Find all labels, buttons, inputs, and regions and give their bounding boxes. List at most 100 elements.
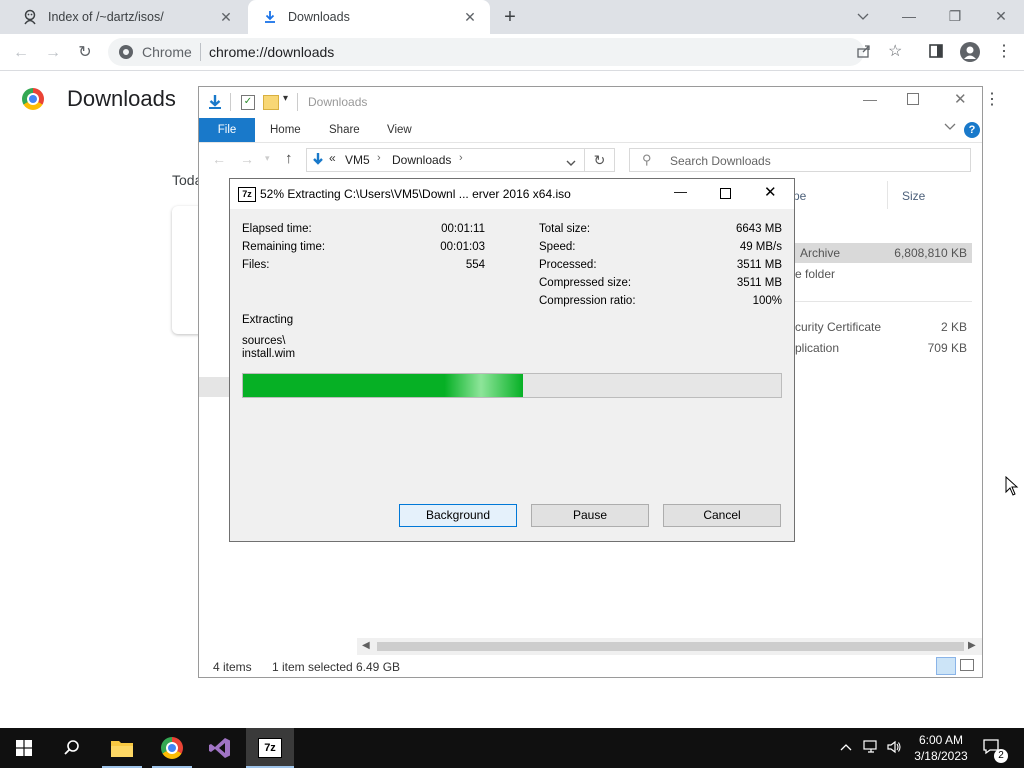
ribbon-tabs: File Home Share View ? [199,118,982,143]
speed-value: 49 MB/s [739,241,782,253]
ribbon-tab-file[interactable]: File [199,118,255,142]
up-folder-icon[interactable]: ↑ [285,150,293,167]
tab-downloads[interactable]: Downloads ✕ [248,0,490,34]
bookmark-star-icon[interactable]: ☆ [888,41,902,61]
recent-locations-icon[interactable]: ▾ [265,153,270,164]
windows-logo-icon [16,740,32,756]
tab-search-icon[interactable] [852,6,874,26]
current-path-line1: sources\ [242,335,286,347]
chrome-logo-icon [22,88,44,110]
table-row[interactable]: e folder [795,264,972,284]
cancel-button[interactable]: Cancel [663,504,781,527]
breadcrumb-overflow[interactable]: « [329,151,336,165]
sevenzip-taskbar-label: 7z [258,738,282,758]
close-icon[interactable]: ✕ [764,183,777,201]
reload-icon[interactable]: ↻ [74,42,96,64]
elapsed-time-value: 00:01:11 [441,223,485,235]
nav-pane-selected-item[interactable] [199,377,229,397]
search-box[interactable]: ⚲ Search Downloads [629,148,971,172]
side-panel-icon[interactable] [928,43,946,61]
horizontal-scrollbar[interactable]: ◀ ▶ [357,638,982,655]
ribbon-tab-home[interactable]: Home [270,118,301,142]
close-tab-icon[interactable]: ✕ [462,9,478,25]
close-tab-icon[interactable]: ✕ [218,9,234,25]
processed-value: 3511 MB [736,259,782,271]
visual-studio-taskbar-icon[interactable] [196,728,244,768]
downloads-more-actions-icon[interactable]: ⋮ [984,90,1000,110]
minimize-icon[interactable]: — [898,6,920,26]
maximize-icon[interactable] [907,93,919,105]
back-icon[interactable]: ← [10,42,32,64]
refresh-icon[interactable]: ↻ [585,148,615,172]
expand-ribbon-icon[interactable] [944,122,956,134]
clock-time[interactable]: 6:00 AM [911,733,971,747]
taskbar: 7z 6:00 AM 3/18/2023 2 [0,728,1024,768]
table-row[interactable]: Archive 6,808,810 KB [795,243,972,263]
large-icons-view-icon[interactable] [960,659,974,671]
row-type: plication [795,341,840,355]
network-icon[interactable] [863,739,879,755]
address-dropdown-icon[interactable] [566,156,576,170]
column-header-type[interactable]: pe [793,189,806,203]
omnibox-site-label: Chrome [142,44,192,60]
properties-icon[interactable]: ✓ [241,95,255,110]
forward-icon[interactable]: → [240,151,254,167]
processed-label: Processed: [539,259,597,271]
qat-dropdown-icon[interactable]: ▾ [283,93,288,104]
breadcrumb-separator-icon[interactable]: › [459,152,463,164]
close-icon[interactable]: ✕ [954,90,967,108]
minimize-icon[interactable]: — [863,91,877,107]
sevenzip-taskbar-icon[interactable]: 7z [246,728,294,768]
scroll-left-icon[interactable]: ◀ [362,640,370,651]
close-window-icon[interactable]: ✕ [990,6,1012,26]
maximize-icon[interactable] [720,188,731,199]
scrollbar-thumb[interactable] [377,642,964,651]
details-view-icon[interactable] [936,657,956,675]
table-row[interactable]: curity Certificate 2 KB [795,317,972,337]
ribbon-tab-share[interactable]: Share [329,118,360,142]
pause-button[interactable]: Pause [531,504,649,527]
share-icon[interactable] [856,43,874,61]
file-explorer-taskbar-icon[interactable] [98,728,146,768]
status-selection: 1 item selected [272,660,353,674]
new-folder-icon[interactable] [263,95,279,110]
search-placeholder: Search Downloads [670,154,771,168]
back-icon[interactable]: ← [212,151,226,167]
forward-icon[interactable]: → [42,42,64,64]
chrome-menu-icon[interactable]: ⋮ [996,42,1012,62]
elapsed-time-label: Elapsed time: [242,223,312,235]
compressed-size-value: 3511 MB [736,277,782,289]
volume-icon[interactable] [886,739,902,755]
compression-ratio-value: 100% [752,295,782,307]
compression-ratio-label: Compression ratio: [539,295,636,307]
files-label: Files: [242,259,270,271]
row-size: 709 KB [927,341,967,355]
breadcrumb-vm5[interactable]: VM5 [345,153,370,167]
omnibox[interactable]: Chrome chrome://downloads ☆ [108,38,902,66]
clock-date[interactable]: 3/18/2023 [911,749,971,763]
current-action-label: Extracting [242,314,294,326]
background-button[interactable]: Background [399,504,517,527]
table-row[interactable]: plication 709 KB [795,338,972,358]
chrome-taskbar-icon[interactable] [148,728,196,768]
omnibox-url: chrome://downloads [209,44,335,60]
ribbon-tab-view[interactable]: View [387,118,412,142]
help-icon[interactable]: ? [964,122,980,138]
breadcrumb-separator-icon[interactable]: › [377,152,381,164]
row-type: Archive [800,246,841,260]
column-header-size[interactable]: Size [902,189,925,203]
tab-isos-index[interactable]: Index of /~dartz/isos/ ✕ [8,0,246,34]
omnibox-divider [200,43,201,61]
scroll-right-icon[interactable]: ▶ [968,640,976,651]
search-icon[interactable] [48,728,96,768]
mouse-cursor-icon [1005,475,1019,496]
address-bar[interactable]: « VM5 › Downloads › [306,148,585,172]
breadcrumb-downloads[interactable]: Downloads [392,153,451,167]
show-hidden-icons-icon[interactable] [840,740,854,754]
page-title: Downloads [67,86,176,111]
start-button[interactable] [0,728,48,768]
minimize-icon[interactable]: — [674,184,687,199]
new-tab-icon[interactable]: + [500,7,520,27]
restore-icon[interactable]: ❐ [944,6,966,26]
profile-avatar-icon[interactable] [960,42,980,62]
